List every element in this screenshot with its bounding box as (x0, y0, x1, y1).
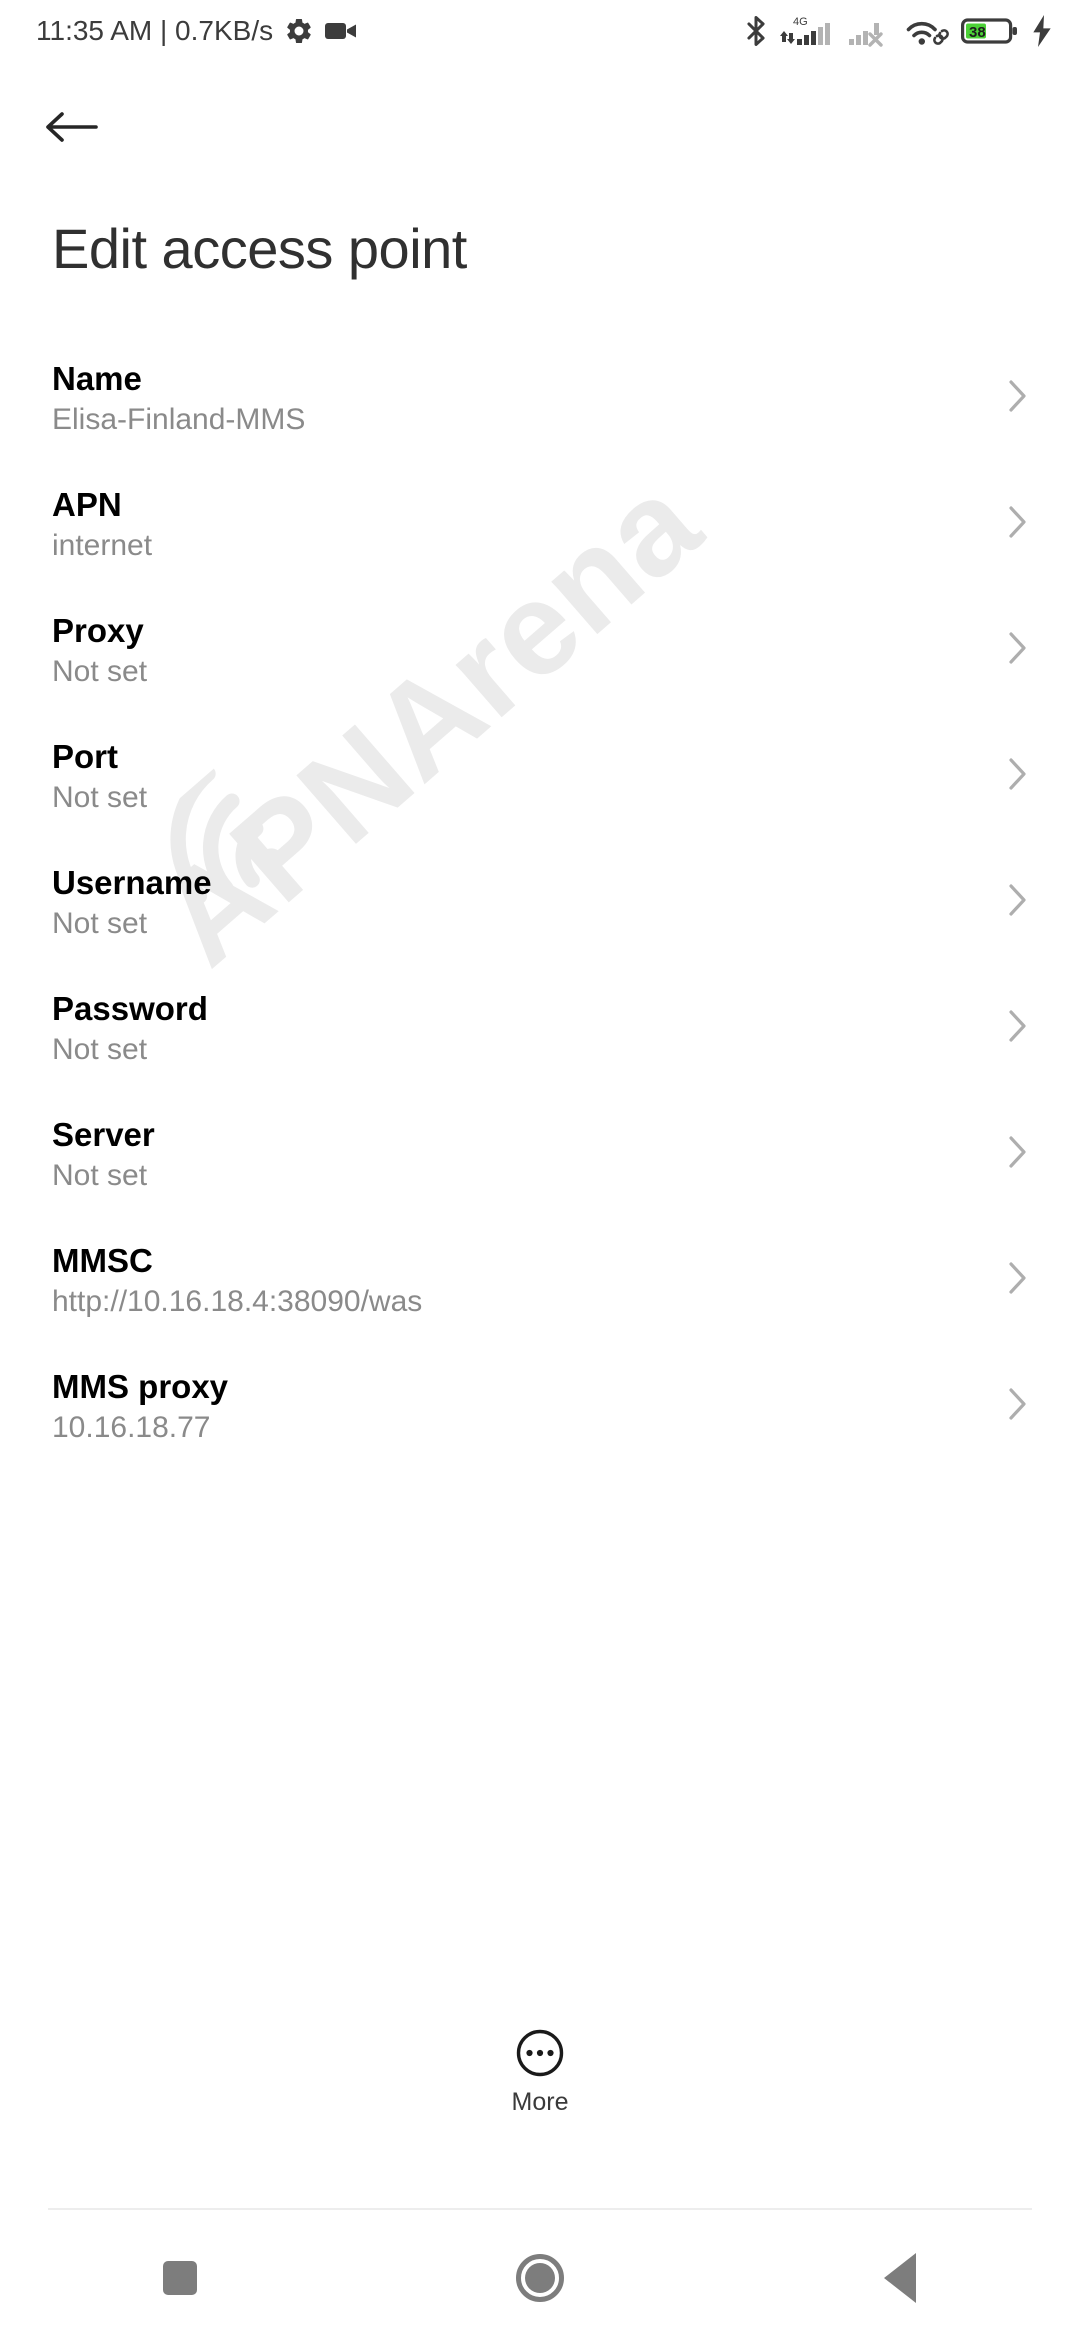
square-recents-icon (163, 2261, 197, 2295)
battery-level-text: 38 (969, 24, 986, 41)
row-value: Elisa-Finland-MMS (52, 403, 306, 437)
setting-row-apn[interactable]: APN internet (0, 462, 1080, 588)
row-label: Proxy (52, 611, 144, 649)
arrow-left-icon (46, 112, 98, 142)
video-camera-icon (325, 19, 357, 43)
chevron-right-icon (1004, 752, 1030, 801)
charging-bolt-icon (1030, 15, 1054, 47)
bluetooth-icon (743, 14, 769, 48)
row-value: Not set (52, 907, 148, 941)
row-texts: MMS proxy 10.16.18.77 (52, 1367, 229, 1445)
row-texts: APN internet (52, 485, 153, 563)
row-value: Not set (52, 1159, 148, 1193)
setting-row-password[interactable]: Password Not set (0, 966, 1080, 1092)
circle-home-icon (516, 2254, 564, 2302)
row-label: Username (52, 863, 212, 901)
bottom-divider (48, 2208, 1032, 2210)
mobile-signal-4g-icon: 4G (780, 14, 838, 48)
row-label: Password (52, 989, 208, 1027)
status-bar: 11:35 AM | 0.7KB/s 4G 38 (0, 0, 1080, 62)
home-button[interactable] (450, 2216, 630, 2340)
status-bar-right: 4G 38 (743, 14, 1054, 48)
more-button[interactable]: More (0, 2028, 1080, 2117)
chevron-right-icon (1004, 374, 1030, 423)
row-texts: Server Not set (52, 1115, 155, 1193)
row-label: MMSC (52, 1241, 153, 1279)
row-label: APN (52, 485, 122, 523)
row-label: Name (52, 359, 142, 397)
navigation-bar (0, 2216, 1080, 2340)
more-circle-icon (516, 2029, 564, 2077)
recents-button[interactable] (90, 2216, 270, 2340)
row-value: Not set (52, 655, 148, 689)
setting-row-name[interactable]: Name Elisa-Finland-MMS (0, 336, 1080, 462)
chevron-right-icon (1004, 878, 1030, 927)
row-value: Not set (52, 1033, 148, 1067)
row-texts: MMSC http://10.16.18.4:38090/was (52, 1241, 423, 1319)
gear-icon (284, 16, 314, 46)
back-nav-button[interactable] (810, 2216, 990, 2340)
status-clock: 11:35 AM | 0.7KB/s (36, 15, 274, 46)
more-label: More (511, 2088, 569, 2116)
setting-row-port[interactable]: Port Not set (0, 714, 1080, 840)
chevron-right-icon (1004, 1130, 1030, 1179)
row-texts: Password Not set (52, 989, 208, 1067)
page-title: Edit access point (52, 217, 467, 280)
row-texts: Username Not set (52, 863, 212, 941)
setting-row-mms-proxy[interactable]: MMS proxy 10.16.18.77 (0, 1344, 1080, 1470)
row-texts: Proxy Not set (52, 611, 148, 689)
row-value: internet (52, 529, 153, 563)
status-bar-left: 11:35 AM | 0.7KB/s (36, 15, 357, 47)
row-value: Not set (52, 781, 148, 815)
settings-list: Name Elisa-Finland-MMS APN internet Prox… (0, 336, 1080, 1470)
row-label: MMS proxy (52, 1367, 229, 1405)
app-bar: Edit access point (0, 62, 1080, 280)
back-button[interactable] (24, 84, 120, 170)
chevron-right-icon (1004, 1004, 1030, 1053)
setting-row-mmsc[interactable]: MMSC http://10.16.18.4:38090/was (0, 1218, 1080, 1344)
battery-icon: 38 (961, 15, 1019, 47)
chevron-right-icon (1004, 500, 1030, 549)
svg-text:4G: 4G (793, 16, 808, 28)
row-value: 10.16.18.77 (52, 1411, 211, 1445)
setting-row-server[interactable]: Server Not set (0, 1092, 1080, 1218)
row-label: Port (52, 737, 118, 775)
chevron-right-icon (1004, 626, 1030, 675)
row-texts: Name Elisa-Finland-MMS (52, 359, 306, 437)
setting-row-username[interactable]: Username Not set (0, 840, 1080, 966)
setting-row-proxy[interactable]: Proxy Not set (0, 588, 1080, 714)
row-texts: Port Not set (52, 737, 148, 815)
row-value: http://10.16.18.4:38090/was (52, 1285, 423, 1319)
wifi-icon (904, 14, 950, 48)
chevron-right-icon (1004, 1256, 1030, 1305)
triangle-back-icon (884, 2253, 916, 2303)
row-label: Server (52, 1115, 155, 1153)
chevron-right-icon (1004, 1382, 1030, 1431)
mobile-signal-no-service-icon (849, 14, 893, 48)
